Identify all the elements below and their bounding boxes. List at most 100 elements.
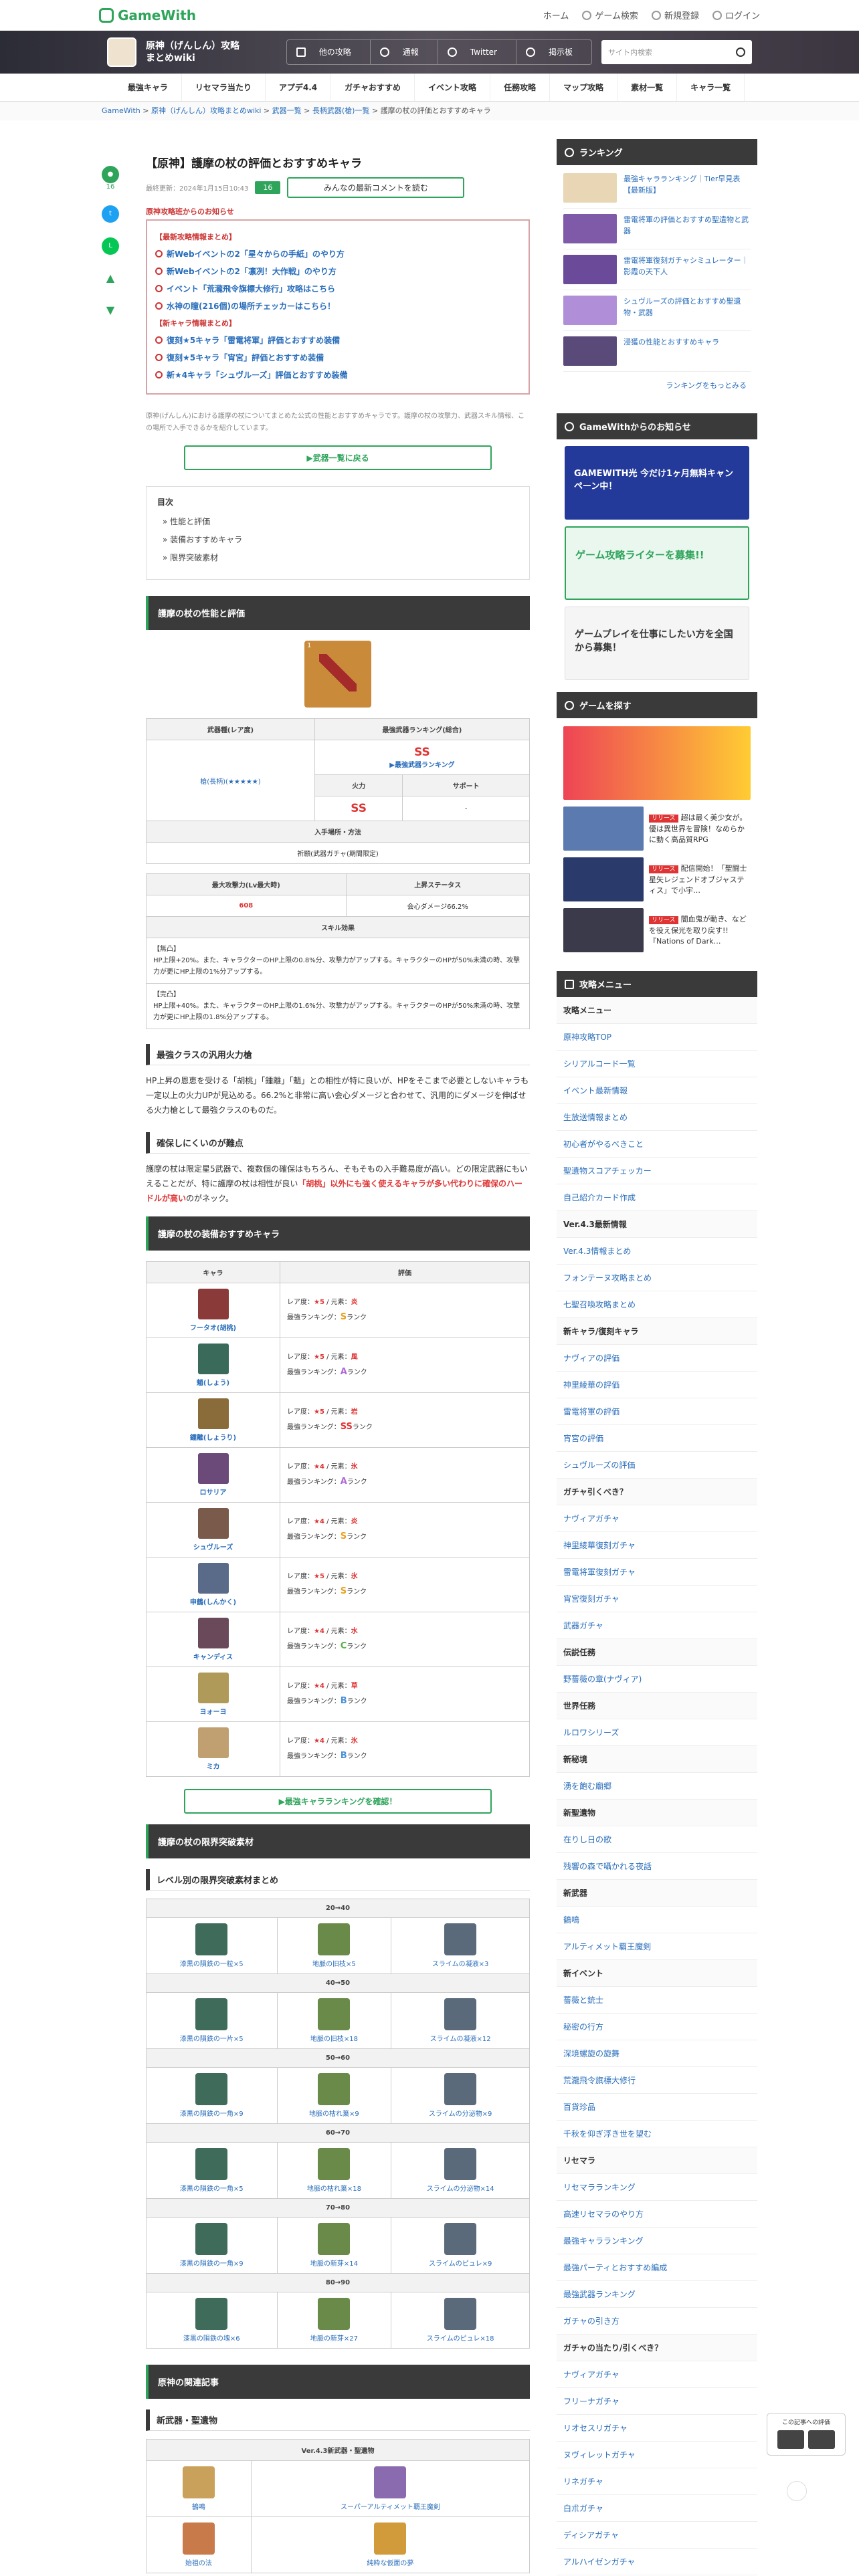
menu-link[interactable]: 宵宮復刻ガチャ (557, 1586, 757, 1612)
character-cell[interactable]: ミカ (146, 1721, 280, 1777)
menu-link[interactable]: リオセスリガチャ (557, 2415, 757, 2442)
back-to-weapon-list-button[interactable]: ▶武器一覧に戻る (184, 445, 492, 470)
menu-link[interactable]: 秘密の行方 (557, 2014, 757, 2040)
material-cell[interactable]: スライムの凝液×3 (391, 1917, 530, 1974)
toc-item[interactable]: » 性能と評価 (163, 516, 518, 527)
notice-link[interactable]: 復刻★5キャラ「宵宮」評価とおすすめ装備 (155, 352, 520, 363)
material-cell[interactable]: 漆黒の隕鉄の一角×9 (146, 2067, 278, 2124)
ranking-more-link[interactable]: ランキングをもっとみる (567, 380, 747, 391)
notice-link[interactable]: 水神の瞳(216個)の場所チェッカーはこちら！ (155, 300, 520, 312)
nav-game-search[interactable]: ゲーム検索 (582, 9, 638, 21)
menu-link[interactable]: ヌヴィレットガチャ (557, 2442, 757, 2468)
promo-banner[interactable]: ゲームプレイを仕事にしたい方を全国から募集！ (565, 607, 749, 680)
menu-link[interactable]: 神里綾華の評価 (557, 1372, 757, 1398)
material-cell[interactable]: 地脈の新芽×14 (276, 2217, 392, 2274)
menu-link[interactable]: 初心者がやるべきこと (557, 1131, 757, 1158)
report-button[interactable]: 通報 (371, 40, 438, 64)
notice-link[interactable]: 新Webイベントの2「凛冽！大作戦」のやり方 (155, 265, 520, 277)
character-cell[interactable]: 申鶴(しんかく) (146, 1557, 280, 1612)
material-cell[interactable]: 漆黒の隕鉄の一角×9 (146, 2217, 278, 2274)
breadcrumb-link[interactable]: 原神（げんしん）攻略まとめwiki (151, 106, 261, 115)
promo-banner[interactable]: ゲーム攻略ライターを募集!! (565, 526, 749, 600)
wiki-title[interactable]: 原神（げんしん）攻略まとめwiki (146, 40, 246, 64)
notice-link[interactable]: 新★4キャラ「シュヴルーズ」評価とおすすめ装備 (155, 369, 520, 381)
notice-link[interactable]: 新Webイベントの2「星々からの手紙」のやり方 (155, 248, 520, 259)
material-cell[interactable]: 漆黒の隕鉄の一片×5 (146, 1992, 278, 2049)
character-cell[interactable]: フータオ(胡桃) (146, 1283, 280, 1338)
menu-link[interactable]: ルロワシリーズ (557, 1719, 757, 1746)
gnav-item[interactable]: イベント攻略 (415, 74, 491, 101)
line-share-icon[interactable]: L (102, 237, 119, 255)
comment-icon[interactable]: ● (102, 166, 119, 183)
menu-link[interactable]: ガチャの引き方 (557, 2308, 757, 2335)
menu-link[interactable]: 原神攻略TOP (557, 1024, 757, 1051)
character-cell[interactable]: 鍾離(しょうり) (146, 1392, 280, 1448)
material-cell[interactable]: 漆黒の隕鉄の一角×5 (146, 2142, 278, 2199)
gnav-item[interactable]: マップ攻略 (550, 74, 618, 101)
menu-link[interactable]: 残響の森で囁かれる夜話 (557, 1853, 757, 1880)
gnav-item[interactable]: 最強キャラ (114, 74, 182, 101)
menu-link[interactable]: 薔薇と銃士 (557, 1987, 757, 2014)
game-item[interactable]: リリース 超は最く美少女が。優は異世界を冒険！なめらかに動く高品質RPG (563, 807, 751, 851)
menu-link[interactable]: 百貨珍品 (557, 2094, 757, 2121)
menu-link[interactable]: 荒瀧飛令旗標大修行 (557, 2067, 757, 2094)
game-item[interactable]: リリース 配信開始！「聖闘士星矢レジェンドオブジャスティス」で小宇… (563, 857, 751, 901)
site-search-input[interactable]: サイト内検索 (601, 40, 752, 64)
menu-link[interactable]: ディシアガチャ (557, 2522, 757, 2549)
scroll-to-top-button[interactable] (787, 2481, 807, 2501)
menu-link[interactable]: Ver.4.3情報まとめ (557, 1238, 757, 1265)
menu-link[interactable]: ナヴィアガチャ (557, 2361, 757, 2388)
menu-link[interactable]: アルティメット覇王魔剣 (557, 1933, 757, 1960)
ranking-item[interactable]: 浸獲の性能とおすすめキャラ (563, 331, 751, 372)
rate-bad-button[interactable] (808, 2430, 835, 2449)
rate-good-button[interactable] (777, 2430, 804, 2449)
character-cell[interactable]: ヨォーヨ (146, 1667, 280, 1722)
menu-link[interactable]: フリーナガチャ (557, 2388, 757, 2415)
menu-link[interactable]: 雷電将軍の評価 (557, 1398, 757, 1425)
weapon-ranking-link[interactable]: ▶最強武器ランキング (389, 762, 454, 769)
menu-link[interactable]: 最強キャラランキング (557, 2228, 757, 2254)
material-cell[interactable]: スライムのピュレ×9 (391, 2217, 530, 2274)
menu-link[interactable]: シリアルコード一覧 (557, 1051, 757, 1077)
toc-item[interactable]: » 装備おすすめキャラ (163, 534, 518, 545)
nav-register[interactable]: 新規登録 (651, 9, 699, 21)
ranking-item[interactable]: 最強キャラランキング｜Tier早見表【最新版】 (563, 168, 751, 209)
character-cell[interactable]: キャンディス (146, 1612, 280, 1667)
game-ad-banner[interactable] (563, 726, 751, 800)
character-ranking-button[interactable]: ▶最強キャラランキングを確認！ (184, 1789, 492, 1814)
character-cell[interactable]: シュヴルーズ (146, 1502, 280, 1558)
menu-link[interactable]: 最強武器ランキング (557, 2281, 757, 2308)
menu-link[interactable]: イベント最新情報 (557, 1077, 757, 1104)
character-cell[interactable]: 魈(しょう) (146, 1337, 280, 1393)
related-item[interactable]: 始祖の法 (146, 2516, 252, 2573)
ranking-item[interactable]: 雷電将軍復刻ガチャシミュレーター｜影霞の天下人 (563, 249, 751, 290)
menu-link[interactable]: 生放送情報まとめ (557, 1104, 757, 1131)
nav-home[interactable]: ホーム (543, 9, 569, 21)
gnav-item[interactable]: ガチャおすすめ (331, 74, 415, 101)
twitter-button[interactable]: Twitter (438, 40, 516, 64)
related-item[interactable]: 純粋な仮面の夢 (250, 2516, 531, 2573)
other-guides-button[interactable]: 他の攻略 (287, 40, 371, 64)
material-cell[interactable]: 地脈の枯れ葉×18 (276, 2142, 392, 2199)
menu-link[interactable]: 在りし日の歌 (557, 1826, 757, 1853)
gnav-item[interactable]: 任務攻略 (490, 74, 551, 101)
material-cell[interactable]: 地脈の枯れ葉×9 (276, 2067, 392, 2124)
material-cell[interactable]: 地脈の旧枝×18 (276, 1992, 392, 2049)
breadcrumb-link[interactable]: 武器一覧 (272, 106, 302, 115)
search-icon[interactable] (736, 47, 745, 57)
twitter-share-icon[interactable]: t (102, 205, 119, 223)
material-cell[interactable]: スライムの凝液×12 (391, 1992, 530, 2049)
menu-link[interactable]: 宵宮の評価 (557, 1425, 757, 1452)
menu-link[interactable]: シュヴルーズの評価 (557, 1452, 757, 1479)
character-cell[interactable]: ロサリア (146, 1447, 280, 1503)
related-item[interactable]: 鶴鳴 (146, 2460, 252, 2517)
material-cell[interactable]: スライムの分泌物×9 (391, 2067, 530, 2124)
material-cell[interactable]: 地脈の旧枝×5 (276, 1917, 392, 1974)
menu-link[interactable]: 深境螺旋の旋舞 (557, 2040, 757, 2067)
gnav-item[interactable]: キャラ一覧 (677, 74, 745, 101)
board-button[interactable]: 掲示板 (516, 40, 591, 64)
thumbs-down-icon[interactable]: ▼ (102, 302, 119, 319)
gnav-item[interactable]: 素材一覧 (617, 74, 678, 101)
gnav-item[interactable]: アプデ4.4 (266, 74, 332, 101)
menu-link[interactable]: 千秋を仰ぎ浮き世を望む (557, 2121, 757, 2147)
